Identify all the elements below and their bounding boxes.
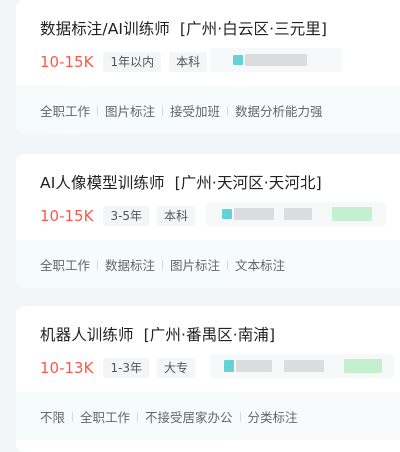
separator [162,259,164,270]
skill-tags: 不限 全职工作 不接受居家办公 分类标注 [40,407,298,426]
separator [97,105,99,116]
blurred-company-info [206,202,386,226]
separator [162,105,164,116]
skill-tag: 全职工作 [80,410,131,425]
blurred-badge [332,207,372,221]
separator [227,259,229,270]
job-card-footer: 全职工作 数据标注 图片标注 文本标注 [16,240,400,288]
job-card-footer: 全职工作 图片标注 接受加班 数据分析能力强 [16,86,400,134]
skill-tag: 数据分析能力强 [235,104,323,119]
job-title-line[interactable]: 机器人训练师 [广州·番禺区·南浦] [40,323,275,345]
skill-tag: 文本标注 [235,258,286,273]
job-card[interactable]: AI人像模型训练师 [广州·天河区·天河北] 10-15K 3-5年 本科 全职工… [16,154,400,288]
blurred-text [284,208,312,220]
skill-tag: 全职工作 [40,258,91,273]
skill-tag: 分类标注 [247,410,298,425]
job-card[interactable]: 机器人训练师 [广州·番禺区·南浦] 10-13K 1-3年 大专 不限 全职工作… [16,306,400,452]
job-location: [广州·天河区·天河北] [174,174,322,192]
job-location: [广州·白云区·三元里] [179,20,328,38]
separator [137,411,139,422]
blurred-badge [344,359,382,373]
experience-tag: 1年以内 [103,52,162,72]
job-info-row: 10-15K 1年以内 本科 [40,51,215,73]
blurred-company-info [210,48,342,72]
salary: 10-15K [40,207,94,225]
job-card-footer: 不限 全职工作 不接受居家办公 分类标注 [16,392,400,440]
job-card-header: 机器人训练师 [广州·番禺区·南浦] 10-13K 1-3年 大专 [16,306,400,392]
blurred-text [234,208,274,220]
skill-tag: 不限 [40,410,66,425]
education-tag: 本科 [169,52,208,72]
skill-tag: 数据标注 [105,258,156,273]
separator [97,259,99,270]
salary: 10-15K [40,53,94,71]
separator [227,105,229,116]
salary: 10-13K [40,359,94,377]
experience-tag: 3-5年 [103,206,150,226]
separator [72,411,74,422]
job-title[interactable]: AI人像模型训练师 [40,174,165,192]
blurred-text [236,360,272,372]
separator [239,411,241,422]
skill-tag: 图片标注 [170,258,221,273]
job-title-line[interactable]: AI人像模型训练师 [广州·天河区·天河北] [40,171,322,193]
job-card[interactable]: 数据标注/AI训练师 [广州·白云区·三元里] 10-15K 1年以内 本科 全职… [16,0,400,134]
job-card-header: AI人像模型训练师 [广州·天河区·天河北] 10-15K 3-5年 本科 [16,154,400,240]
skill-tag: 图片标注 [105,104,156,119]
skill-tags: 全职工作 数据标注 图片标注 文本标注 [40,255,285,274]
job-title[interactable]: 数据标注/AI训练师 [40,20,170,38]
skill-tag: 不接受居家办公 [145,410,233,425]
job-info-row: 10-13K 1-3年 大专 [40,357,203,379]
blurred-text [245,54,307,66]
job-card-header: 数据标注/AI训练师 [广州·白云区·三元里] 10-15K 1年以内 本科 [16,0,400,86]
blurred-company-info [210,354,394,378]
skill-tags: 全职工作 图片标注 接受加班 数据分析能力强 [40,101,323,120]
job-info-row: 10-15K 3-5年 本科 [40,205,203,227]
blurred-logo [222,209,232,219]
job-location: [广州·番禺区·南浦] [143,326,276,344]
blurred-text [284,360,324,372]
education-tag: 大专 [157,358,196,378]
blurred-logo [224,360,234,372]
skill-tag: 全职工作 [40,104,91,119]
experience-tag: 1-3年 [103,358,150,378]
blurred-logo [233,55,243,65]
job-title-line[interactable]: 数据标注/AI训练师 [广州·白云区·三元里] [40,17,327,39]
education-tag: 本科 [157,206,196,226]
job-title[interactable]: 机器人训练师 [40,326,134,344]
skill-tag: 接受加班 [170,104,221,119]
